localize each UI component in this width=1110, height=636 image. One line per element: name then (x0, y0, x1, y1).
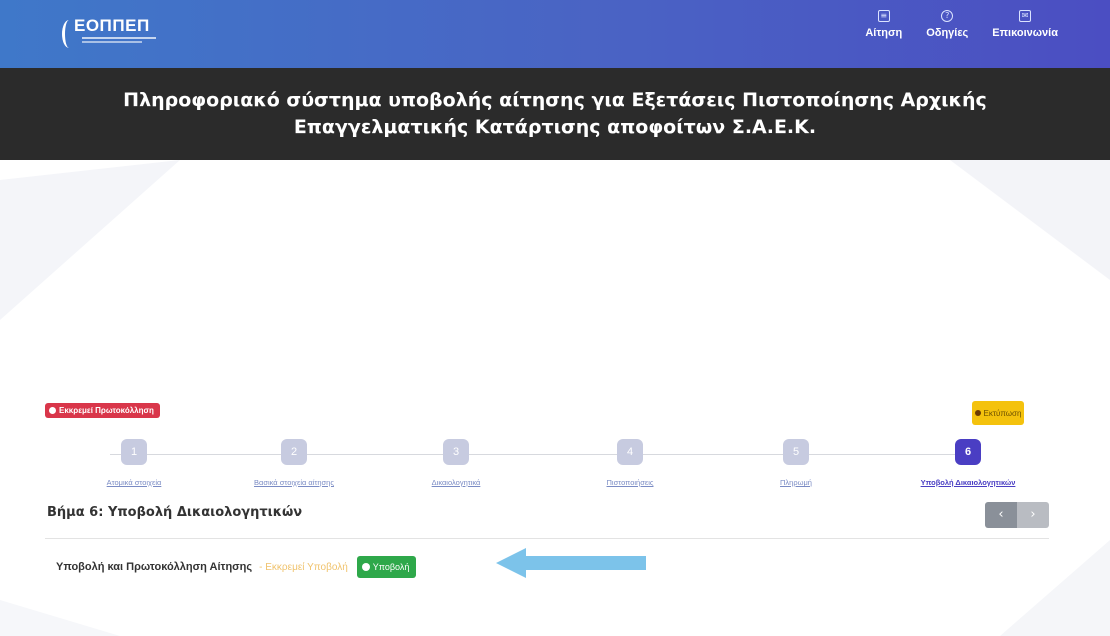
step-number: 1 (121, 439, 147, 465)
step-label[interactable]: Υποβολή Δικαιολογητικών (898, 478, 1038, 487)
print-button-label: Εκτύπωση (983, 408, 1022, 418)
nav-links: ≡ Αίτηση ? Οδηγίες ✉ Επικοινωνία (865, 10, 1058, 39)
title-banner: Πληροφοριακό σύστημα υποβολής αίτησης γι… (0, 68, 1110, 160)
print-icon (974, 410, 981, 416)
prev-step-button[interactable]: ‹ (985, 502, 1017, 528)
nav-item-label: Αίτηση (865, 27, 903, 39)
next-step-button[interactable]: › (1017, 502, 1049, 528)
status-dot-icon (49, 407, 56, 414)
nav-item-label: Επικοινωνία (992, 27, 1058, 39)
submit-status: - Εκκρεμεί Υποβολή (259, 561, 348, 573)
step-number: 3 (443, 439, 469, 465)
step-1[interactable]: 1 Ατομικά στοιχεία (64, 439, 204, 487)
step-3[interactable]: 3 Δικαιολογητικά (386, 439, 526, 487)
status-badge: Εκκρεμεί Πρωτοκόλληση (45, 403, 160, 418)
divider (45, 538, 1049, 539)
step-pager: ‹ › (985, 502, 1049, 528)
nav-item-instructions[interactable]: ? Οδηγίες (926, 10, 968, 39)
logo-text: ΕΟΠΠΕΠ (74, 16, 150, 35)
step-2[interactable]: 2 Βασικά στοιχεία αίτησης (224, 439, 364, 487)
arrow-left-icon (496, 548, 646, 578)
step-6[interactable]: 6 Υποβολή Δικαιολογητικών (898, 439, 1038, 487)
mail-icon: ✉ (1019, 10, 1032, 22)
step-number: 2 (281, 439, 307, 465)
submit-label: Υποβολή και Πρωτοκόλληση Αίτησης (56, 561, 253, 573)
submit-icon (361, 563, 370, 571)
help-icon: ? (941, 10, 954, 22)
step-title: Βήμα 6: Υποβολή Δικαιολογητικών (47, 505, 303, 520)
step-number: 5 (783, 439, 809, 465)
step-label[interactable]: Δικαιολογητικά (386, 478, 526, 487)
document-icon: ≡ (877, 10, 890, 22)
logo-subtitle-line (82, 37, 156, 39)
top-navbar: ΕΟΠΠΕΠ ≡ Αίτηση ? Οδηγίες ✉ Επικοινωνία (0, 0, 1110, 68)
step-label[interactable]: Πληρωμή (726, 478, 866, 487)
step-5[interactable]: 5 Πληρωμή (726, 439, 866, 487)
nav-item-label: Οδηγίες (926, 27, 969, 39)
step-label[interactable]: Ατομικά στοιχεία (64, 478, 204, 487)
submit-button[interactable]: Υποβολή (356, 556, 417, 578)
step-label[interactable]: Πιστοποιήσεις (560, 478, 700, 487)
logo-subtitle-line-2 (82, 41, 142, 43)
step-number: 4 (617, 439, 643, 465)
nav-item-application[interactable]: ≡ Αίτηση (865, 10, 902, 39)
print-button[interactable]: Εκτύπωση (972, 401, 1024, 425)
nav-item-contact[interactable]: ✉ Επικοινωνία (992, 10, 1058, 39)
step-4[interactable]: 4 Πιστοποιήσεις (560, 439, 700, 487)
submit-button-label: Υποβολή (372, 562, 410, 572)
submit-row: Υποβολή και Πρωτοκόλληση Αίτησης - Εκκρε… (56, 556, 417, 578)
page-title: Πληροφοριακό σύστημα υποβολής αίτησης γι… (123, 89, 987, 138)
status-badge-label: Εκκρεμεί Πρωτοκόλληση (59, 406, 154, 415)
step-label[interactable]: Βασικά στοιχεία αίτησης (224, 478, 364, 487)
logo[interactable]: ΕΟΠΠΕΠ (62, 14, 172, 50)
step-number: 6 (955, 439, 981, 465)
